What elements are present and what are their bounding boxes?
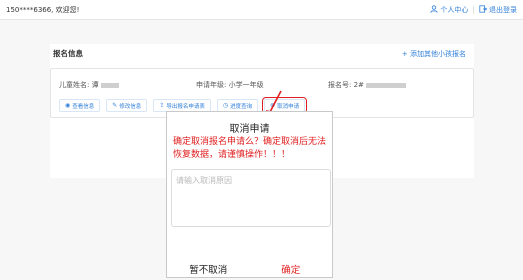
- reg-no-value: 2#: [353, 81, 364, 89]
- top-bar: 150****6366, 欢迎您! 个人中心 | 退出登录: [0, 0, 523, 20]
- reg-no-label: 报名号:: [328, 81, 352, 89]
- view-info-button[interactable]: ◉ 查看信息: [59, 99, 101, 112]
- card-title: 报名信息: [53, 49, 83, 58]
- eye-icon: ◉: [65, 102, 71, 109]
- personal-center-link[interactable]: 个人中心: [430, 5, 468, 15]
- cancel-reason-input[interactable]: [171, 169, 331, 227]
- grade-field: 申请年级: 小学一年级: [196, 81, 264, 89]
- edit-info-button[interactable]: ✎ 修改信息: [106, 99, 148, 112]
- button-label: 取消申请: [277, 103, 300, 110]
- button-label: 修改信息: [119, 103, 142, 110]
- child-name-label: 儿童姓名:: [59, 81, 90, 89]
- dialog-footer: 暂不取消 确定: [167, 252, 332, 278]
- cancel-icon: ⊗: [270, 102, 276, 109]
- button-label: 进度查询: [230, 103, 253, 110]
- dialog-warning: 确定取消报名申请么？确定取消后无法恢复数据，请谨慎操作！！！: [173, 137, 327, 160]
- clock-icon: ◷: [222, 102, 229, 109]
- child-name-field: 儿童姓名: 谭: [59, 80, 119, 90]
- cancel-dialog: 取消申请 确定取消报名申请么？确定取消后无法恢复数据，请谨慎操作！！！ 暂不取消…: [166, 111, 333, 278]
- logout-link[interactable]: 退出登录: [479, 5, 517, 15]
- separator: |: [472, 6, 475, 14]
- logout-icon: [479, 5, 487, 13]
- welcome-text: 150****6366, 欢迎您!: [6, 6, 80, 14]
- button-label: 导出报名申请表: [166, 103, 205, 110]
- user-menu: 个人中心 | 退出登录: [430, 5, 517, 15]
- masked-text: [365, 82, 406, 88]
- logout-label: 退出登录: [489, 6, 517, 14]
- confirm-button[interactable]: 确定: [250, 252, 333, 278]
- pencil-icon: ✎: [112, 102, 118, 109]
- user-icon: [430, 5, 438, 13]
- personal-center-label: 个人中心: [440, 6, 469, 14]
- keep-application-button[interactable]: 暂不取消: [167, 252, 250, 278]
- reg-no-field: 报名号: 2#: [328, 80, 406, 90]
- dialog-title: 取消申请: [229, 124, 270, 135]
- add-child-link[interactable]: + 添加其他小孩报名: [402, 49, 466, 59]
- button-label: 查看信息: [72, 103, 95, 110]
- export-icon: ⇪: [159, 102, 165, 109]
- child-name-value: 谭: [91, 81, 99, 89]
- masked-text: [100, 82, 119, 88]
